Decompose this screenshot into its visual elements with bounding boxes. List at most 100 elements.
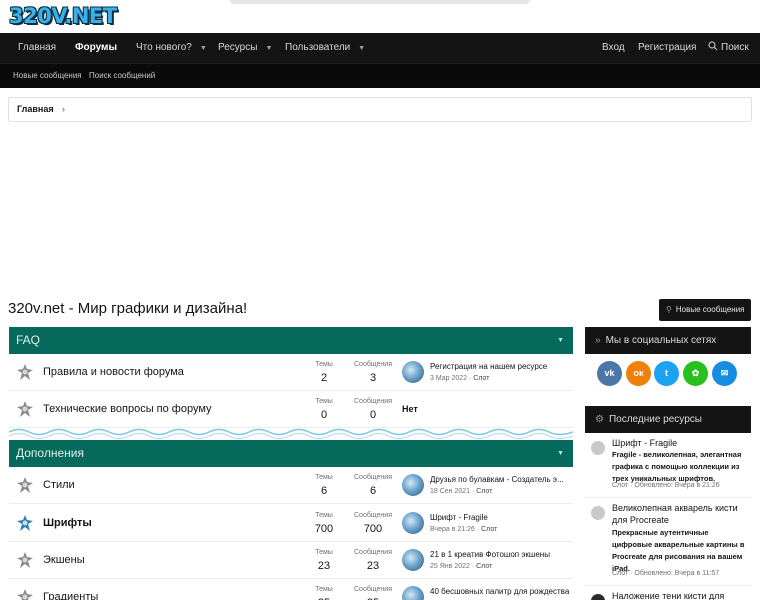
collapse-icon[interactable]: ▼ xyxy=(557,440,564,467)
new-posts-button-label: Новые сообщения xyxy=(675,305,745,314)
avatar[interactable] xyxy=(402,474,424,496)
top-bar: 320V.NET xyxy=(0,0,760,33)
avatar[interactable] xyxy=(591,594,605,600)
resource-meta: Слот · Обновлено: Вчера в 11:57 xyxy=(612,570,720,577)
nav-whats-new-label: Что нового? xyxy=(136,42,192,53)
last-post-title[interactable]: Шрифт - Fragile xyxy=(430,513,488,522)
topics-stat: Темы 700 xyxy=(299,511,349,536)
messages-count: 25 xyxy=(348,596,398,600)
category-title: Дополнения xyxy=(16,446,84,460)
messages-count: 0 xyxy=(369,409,377,421)
forum-title[interactable]: Стили xyxy=(43,467,75,504)
messages-label: Сообщения xyxy=(354,586,392,593)
category-title: FAQ xyxy=(16,333,41,347)
forum-node[interactable]: Стили Темы 6 Сообщения 6 Друзья по булавка… xyxy=(9,467,573,504)
twitter-icon[interactable]: t xyxy=(654,361,679,386)
forum-node[interactable]: Правила и новости форума Темы 2 Сообщения… xyxy=(9,354,573,391)
topics-count: 2 xyxy=(320,372,328,384)
login-link[interactable]: Вход xyxy=(602,33,625,63)
last-post-title[interactable]: 21 в 1 креатив Фотошоп экшены xyxy=(430,550,550,559)
chevron-down-icon[interactable]: ▼ xyxy=(265,45,272,52)
last-post-user[interactable]: Слот xyxy=(473,375,489,382)
subnav-search-posts[interactable]: Поиск сообщений xyxy=(89,64,155,88)
site-logo[interactable]: 320V.NET xyxy=(9,4,117,28)
category-header-faq[interactable]: FAQ ▼ xyxy=(9,327,573,354)
last-post-user[interactable]: Слот xyxy=(476,488,492,495)
avatar[interactable] xyxy=(591,441,605,455)
messages-count: 700 xyxy=(363,523,383,535)
resource-item[interactable]: Шрифт - Fragile Fragile - великолепная, … xyxy=(585,438,751,494)
last-post-date: 3 Мар 2022 xyxy=(430,375,468,382)
messages-count: 6 xyxy=(369,485,377,497)
chevron-down-icon[interactable]: ▼ xyxy=(358,45,365,52)
nav-users[interactable]: Пользователи ▼ xyxy=(285,33,365,63)
subnav-new-posts[interactable]: Новые сообщения xyxy=(13,64,82,88)
nav-home[interactable]: Главная xyxy=(18,33,56,63)
page-title: 320v.net - Мир графики и дизайна! xyxy=(8,300,248,317)
social-links: vk ок t ✿ ✉ xyxy=(597,361,747,387)
chevron-down-icon[interactable]: ▼ xyxy=(200,45,207,52)
resource-item[interactable]: Великолепная акварель кисти для Procreat… xyxy=(585,503,751,583)
last-post-user[interactable]: Слот xyxy=(476,563,492,570)
last-post-user[interactable]: Слот xyxy=(481,526,497,533)
last-post-title[interactable]: 40 бесшовных палитр для рождества xyxy=(430,587,569,596)
last-post-date: 25 Янв 2022 xyxy=(430,563,470,570)
forum-icon xyxy=(17,401,33,417)
forum-node[interactable]: Экшены Темы 23 Сообщения 23 21 в 1 креатив… xyxy=(9,542,573,579)
icq-icon[interactable]: ✿ xyxy=(683,361,708,386)
last-post-meta: 3 Мар 2022 · Слот xyxy=(430,375,490,382)
forum-title[interactable]: Шрифты xyxy=(43,505,92,542)
topics-count: 6 xyxy=(320,485,328,497)
resources-widget-title: Последние ресурсы xyxy=(608,414,702,425)
avatar[interactable] xyxy=(402,586,424,600)
resource-title[interactable]: Шрифт - Fragile xyxy=(612,438,677,448)
avatar[interactable] xyxy=(402,361,424,383)
category-header-addons[interactable]: Дополнения ▼ xyxy=(9,440,573,467)
mail-icon[interactable]: ✉ xyxy=(712,361,737,386)
search-icon xyxy=(708,41,718,51)
forum-title[interactable]: Технические вопросы по форуму xyxy=(43,391,212,428)
messages-stat: Сообщения 23 xyxy=(348,548,398,573)
nav-whats-new[interactable]: Что нового? ▼ xyxy=(136,33,207,63)
breadcrumb-home[interactable]: Главная xyxy=(17,98,54,121)
collapse-icon[interactable]: ▼ xyxy=(557,327,564,354)
topics-stat: Темы 25 xyxy=(299,585,349,600)
odnoklassniki-icon[interactable]: ок xyxy=(626,361,651,386)
topics-stat: Темы 23 xyxy=(299,548,349,573)
bulb-icon: ⚲ xyxy=(666,305,672,314)
avatar[interactable] xyxy=(402,512,424,534)
last-post-meta: 25 Янв 2022 · Слот xyxy=(430,563,493,570)
resource-title[interactable]: Великолепная акварель кисти xyxy=(612,503,738,513)
messages-label: Сообщения xyxy=(354,361,392,368)
main-nav: Главная Форумы Что нового? ▼ Ресурсы ▼ Пол… xyxy=(0,33,760,63)
topics-count: 700 xyxy=(314,523,334,535)
last-post-title[interactable]: Регистрация на нашем ресурсе xyxy=(430,362,547,371)
forum-icon xyxy=(17,552,33,568)
social-widget-header: » Мы в социальных сетях xyxy=(585,327,751,354)
resource-title-line2[interactable]: для Procreate xyxy=(612,515,669,525)
breadcrumb-separator: › xyxy=(62,104,65,114)
forum-title[interactable]: Экшены xyxy=(43,542,85,579)
nav-resources[interactable]: Ресурсы ▼ xyxy=(218,33,272,63)
new-posts-button[interactable]: ⚲ Новые сообщения xyxy=(659,299,751,321)
messages-stat: Сообщения 3 xyxy=(348,360,398,385)
avatar[interactable] xyxy=(402,549,424,571)
forum-node[interactable]: Технические вопросы по форуму Темы 0 Сооб… xyxy=(9,391,573,428)
last-post-date: Вчера в 21:26 xyxy=(430,526,475,533)
forum-node[interactable]: Градиенты Темы 25 Сообщения 25 40 бесшовны… xyxy=(9,579,573,600)
forum-node[interactable]: Шрифты Темы 700 Сообщения 700 Шрифт - Frag… xyxy=(9,505,573,542)
divider xyxy=(585,497,751,498)
topics-label: Темы xyxy=(315,549,333,556)
forum-title[interactable]: Правила и новости форума xyxy=(43,354,184,391)
vk-icon[interactable]: vk xyxy=(597,361,622,386)
breadcrumb: Главная › xyxy=(8,97,752,122)
last-post-title[interactable]: Друзья по булавкам - Создатель э... xyxy=(430,475,564,484)
forum-title[interactable]: Градиенты xyxy=(43,589,98,600)
search-link[interactable]: Поиск xyxy=(708,33,749,63)
resource-title[interactable]: Наложение тени кисти для xyxy=(612,591,724,600)
avatar[interactable] xyxy=(591,506,605,520)
resource-description: Fragile - великолепная, элегантная графи… xyxy=(612,450,742,483)
resource-item[interactable]: Наложение тени кисти для xyxy=(585,591,751,600)
nav-forums[interactable]: Форумы xyxy=(75,33,117,63)
register-link[interactable]: Регистрация xyxy=(638,33,696,63)
